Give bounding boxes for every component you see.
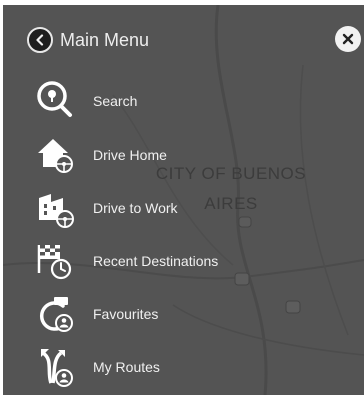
menu-item-drive-to-work[interactable]: Drive to Work: [3, 184, 253, 232]
page-title: Main Menu: [60, 30, 150, 50]
menu-item-favourites[interactable]: Favourites: [3, 290, 253, 338]
back-button[interactable]: [27, 27, 53, 53]
menu-item-recent-destinations[interactable]: Recent Destinations: [3, 237, 253, 285]
menu-item-search[interactable]: Search: [3, 77, 253, 125]
close-icon: [342, 33, 354, 45]
menu-item-label: Search: [93, 93, 138, 109]
search-icon: [37, 81, 72, 117]
my-routes-icon: [41, 349, 73, 387]
recent-destinations-icon: [37, 245, 72, 280]
menu-item-label: Drive to Work: [93, 200, 178, 216]
menu-item-drive-home[interactable]: Drive Home: [3, 131, 253, 179]
favourites-icon: [39, 297, 73, 332]
close-button[interactable]: [335, 26, 361, 52]
chevron-left-icon: [36, 34, 44, 46]
menu-item-label: My Routes: [93, 359, 160, 375]
drive-to-work-icon: [39, 194, 74, 228]
menu-item-label: Favourites: [93, 306, 159, 322]
menu-item-my-routes[interactable]: My Routes: [3, 343, 253, 391]
navigation-screen: CITY OF BUENOS AIRES Main Menu Search Dr…: [3, 5, 364, 395]
menu-item-label: Recent Destinations: [93, 253, 219, 269]
drive-home-icon: [38, 139, 73, 173]
menu-item-label: Drive Home: [93, 147, 167, 163]
